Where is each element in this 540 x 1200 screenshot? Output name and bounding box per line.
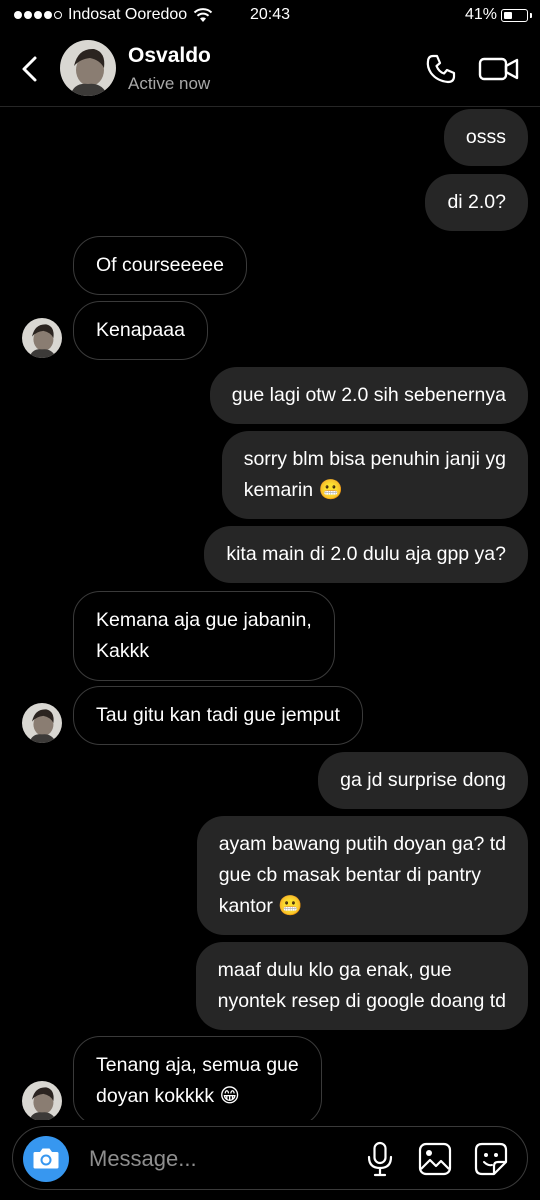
phone-icon[interactable]	[424, 52, 458, 86]
back-chevron-icon[interactable]	[16, 52, 46, 86]
battery-percent: 41%	[464, 6, 497, 23]
message-bubble-received[interactable]: Kenapaaa	[73, 301, 208, 360]
message-bubble-sent[interactable]: maaf dulu klo ga enak, gue nyontek resep…	[195, 942, 528, 1030]
message-bubble-sent[interactable]: kita main di 2.0 dulu aja gpp ya?	[204, 526, 528, 583]
message-bubble-sent[interactable]: ayam bawang putih doyan ga? td gue cb ma…	[196, 816, 528, 935]
sticker-icon[interactable]	[473, 1141, 509, 1177]
message-composer	[12, 1126, 528, 1190]
message-bubble-sent[interactable]: osss	[443, 109, 528, 166]
message-bubble-received[interactable]: Tau gitu kan tadi gue jemput	[73, 686, 363, 745]
message-bubble-received[interactable]: Tenang aja, semua gue doyan kokkkk 😁	[73, 1036, 322, 1120]
battery-icon	[501, 8, 532, 22]
video-call-icon[interactable]	[478, 54, 520, 84]
message-thread[interactable]: osss di 2.0? Of courseeeee Kenapaaa gue …	[0, 107, 540, 1120]
contact-avatar[interactable]	[22, 318, 62, 358]
clock: 20:43	[249, 6, 291, 23]
message-bubble-received[interactable]: Of courseeeee	[73, 236, 247, 295]
contact-avatar[interactable]	[22, 1081, 62, 1120]
contact-avatar[interactable]	[22, 703, 62, 743]
camera-icon	[33, 1148, 59, 1169]
message-bubble-sent[interactable]: sorry blm bisa penuhin janji yg kemarin …	[221, 431, 528, 519]
microphone-icon[interactable]	[365, 1141, 395, 1177]
camera-button[interactable]	[23, 1136, 69, 1182]
message-bubble-sent[interactable]: di 2.0?	[425, 174, 528, 231]
message-bubble-sent[interactable]: gue lagi otw 2.0 sih sebenernya	[209, 367, 528, 424]
contact-status: Active now	[128, 74, 211, 93]
status-bar: Indosat Ooredoo 20:43 41%	[0, 0, 540, 34]
message-input[interactable]	[87, 1142, 351, 1176]
gallery-icon[interactable]	[417, 1141, 453, 1177]
chat-header: Osvaldo Active now	[0, 34, 540, 107]
message-bubble-received[interactable]: Kemana aja gue jabanin, Kakkk	[73, 591, 335, 681]
contact-avatar[interactable]	[60, 40, 116, 96]
contact-name[interactable]: Osvaldo	[128, 44, 211, 68]
message-bubble-sent[interactable]: ga jd surprise dong	[318, 752, 528, 809]
